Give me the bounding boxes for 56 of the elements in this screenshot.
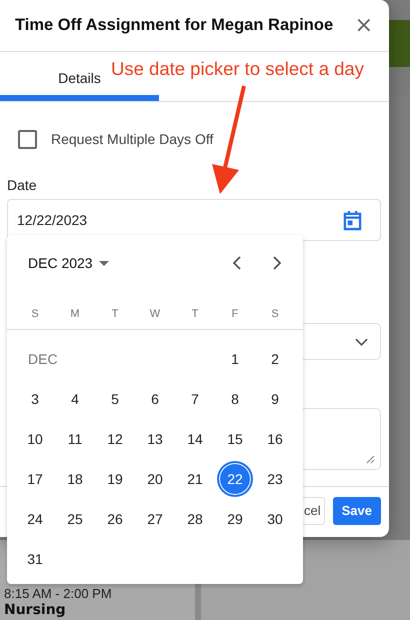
save-button[interactable]: Save (332, 496, 381, 524)
weekday-label: T (110, 308, 120, 320)
chevron-right-icon[interactable] (273, 256, 281, 270)
day-cell[interactable]: 1 (218, 342, 252, 376)
day-cell[interactable]: 6 (138, 382, 172, 416)
day-cell[interactable]: 14 (178, 422, 212, 456)
dialog-title: Time Off Assignment for Megan Rapinoe (15, 16, 334, 35)
day-cell[interactable]: 18 (58, 462, 92, 496)
close-button[interactable]: × (350, 14, 377, 36)
resize-grip-icon (366, 455, 375, 464)
day-cell[interactable]: 12 (98, 422, 132, 456)
chevron-down-icon (355, 338, 368, 346)
weekday-label: S (270, 308, 280, 320)
month-label: DEC (27, 351, 59, 367)
day-cell[interactable]: 5 (98, 382, 132, 416)
day-cell[interactable]: 7 (178, 382, 212, 416)
field-label: Date (7, 177, 38, 193)
day-cell[interactable]: 22 (218, 462, 252, 496)
day-cell[interactable]: 17 (18, 462, 52, 496)
day-cell[interactable]: 27 (138, 502, 172, 536)
day-cell[interactable]: 10 (18, 422, 52, 456)
weekday-label: S (30, 308, 40, 320)
checkbox[interactable] (18, 130, 37, 148)
day-cell[interactable]: 29 (218, 502, 252, 536)
day-cell[interactable]: 24 (18, 502, 52, 536)
shift-department: Nursing (4, 602, 67, 619)
day-cell[interactable]: 8 (218, 382, 252, 416)
day-cell[interactable]: 30 (258, 502, 292, 536)
day-cell[interactable]: 26 (98, 502, 132, 536)
day-cell[interactable]: 23 (258, 462, 292, 496)
day-cell[interactable]: 28 (178, 502, 212, 536)
day-cell[interactable]: 13 (138, 422, 172, 456)
weekday-label: M (69, 308, 81, 320)
checkbox-label: Request Multiple Days Off (51, 131, 214, 147)
day-cell[interactable]: 20 (138, 462, 172, 496)
day-cell[interactable]: 16 (258, 422, 292, 456)
calendar-icon[interactable] (343, 210, 362, 230)
day-cell[interactable]: 11 (58, 422, 92, 456)
day-cell[interactable]: 9 (258, 382, 292, 416)
day-cell[interactable]: 15 (218, 422, 252, 456)
annotation-text: Use date picker to select a day (111, 58, 365, 80)
day-cell[interactable]: 2 (258, 342, 292, 376)
day-cell[interactable]: 25 (58, 502, 92, 536)
weekday-label: T (190, 308, 200, 320)
tab[interactable]: Details (55, 64, 104, 92)
day-cell[interactable]: 21 (178, 462, 212, 496)
weekday-label: W (148, 308, 162, 320)
month-selector[interactable]: DEC 2023 (28, 255, 109, 271)
day-cell[interactable]: 19 (98, 462, 132, 496)
day-cell[interactable]: 31 (18, 542, 52, 576)
shift-time: 8:15 AM - 2:00 PM (4, 585, 113, 602)
day-cell[interactable]: 3 (18, 382, 52, 416)
weekday-label: F (230, 308, 240, 320)
caret-icon (98, 260, 109, 266)
day-cell[interactable]: 4 (58, 382, 92, 416)
chevron-left-icon[interactable] (233, 256, 241, 270)
